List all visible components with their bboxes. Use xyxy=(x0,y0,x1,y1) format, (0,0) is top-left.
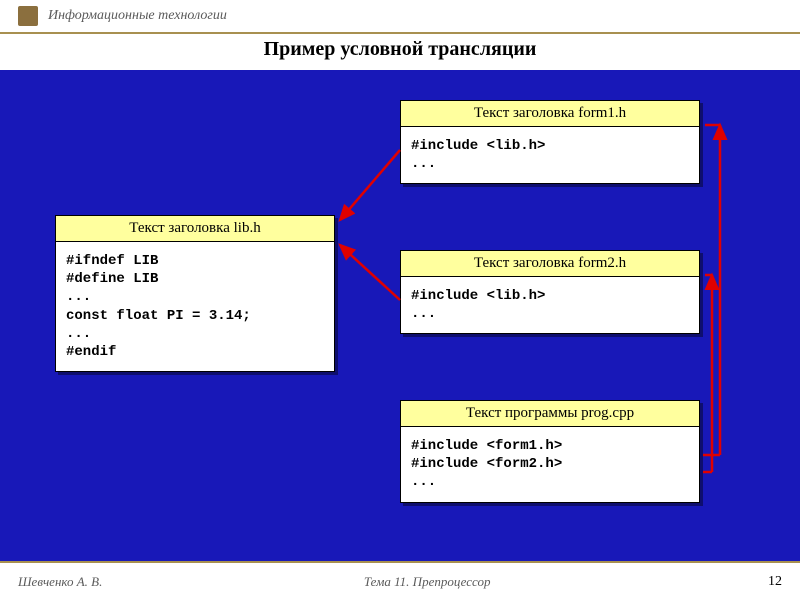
codebox-form2-title: Текст заголовка form2.h xyxy=(401,251,699,277)
codebox-form2-code: #include <lib.h> ... xyxy=(401,277,699,333)
codebox-form1-code: #include <lib.h> ... xyxy=(401,127,699,183)
arrow-form1-to-lib xyxy=(340,150,400,220)
codebox-lib-title: Текст заголовка lib.h xyxy=(56,216,334,242)
course-title: Информационные технологии xyxy=(48,8,227,24)
codebox-lib: Текст заголовка lib.h #ifndef LIB #defin… xyxy=(55,215,335,372)
codebox-lib-code: #ifndef LIB #define LIB ... const float … xyxy=(56,242,334,371)
slide-body: Текст заголовка lib.h #ifndef LIB #defin… xyxy=(0,70,800,561)
arrow-form2-to-lib xyxy=(340,245,400,300)
slide-title-bar: Пример условной трансляции xyxy=(0,34,800,67)
slide-title: Пример условной трансляции xyxy=(264,38,537,60)
codebox-form1: Текст заголовка form1.h #include <lib.h>… xyxy=(400,100,700,184)
codebox-prog-code: #include <form1.h> #include <form2.h> ..… xyxy=(401,427,699,502)
footer-page: 12 xyxy=(752,574,782,590)
footer: Шевченко А. В. Тема 11. Препроцессор 12 xyxy=(0,561,800,600)
header: Информационные технологии xyxy=(0,0,800,34)
codebox-prog: Текст программы prog.cpp #include <form1… xyxy=(400,400,700,503)
footer-author: Шевченко А. В. xyxy=(18,574,102,590)
codebox-form1-title: Текст заголовка form1.h xyxy=(401,101,699,127)
footer-topic: Тема 11. Препроцессор xyxy=(102,574,752,590)
codebox-form2: Текст заголовка form2.h #include <lib.h>… xyxy=(400,250,700,334)
course-icon xyxy=(18,6,38,26)
codebox-prog-title: Текст программы prog.cpp xyxy=(401,401,699,427)
